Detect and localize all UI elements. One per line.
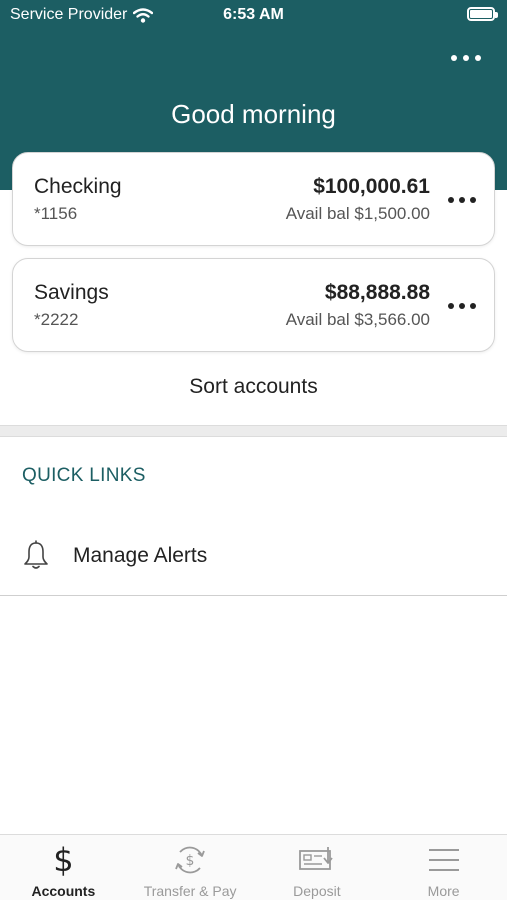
svg-text:$: $ xyxy=(186,853,195,869)
ellipsis-icon xyxy=(448,197,454,203)
bell-icon xyxy=(24,540,48,569)
account-name: Savings xyxy=(34,281,109,304)
account-balance: $88,888.88 xyxy=(324,281,430,304)
tab-deposit[interactable]: Deposit xyxy=(254,835,381,900)
sort-accounts-button[interactable]: Sort accounts xyxy=(0,375,507,399)
account-number: *1156 xyxy=(34,204,78,223)
tab-transfer-pay[interactable]: $ Transfer & Pay xyxy=(127,835,254,900)
menu-icon xyxy=(428,849,459,871)
account-available-balance: Avail bal $1,500.00 xyxy=(285,204,430,223)
tab-label: Accounts xyxy=(31,883,96,899)
account-card-savings[interactable]: Savings *2222 $88,888.88 Avail bal $3,56… xyxy=(12,258,495,352)
check-deposit-icon xyxy=(298,847,333,870)
tab-bar: $ Accounts $ Transfer & Pay Deposit More xyxy=(0,834,507,900)
status-time: 6:53 AM xyxy=(223,6,284,23)
account-number: *2222 xyxy=(34,310,79,329)
tab-label: Deposit xyxy=(293,883,341,899)
greeting: Good morning xyxy=(171,99,336,129)
account-name: Checking xyxy=(34,175,122,198)
manage-alerts-label: Manage Alerts xyxy=(73,544,208,567)
section-divider xyxy=(0,425,507,437)
tab-accounts[interactable]: $ Accounts xyxy=(0,835,127,900)
status-bar: Service Provider 6:53 AM xyxy=(0,0,507,30)
tab-label: More xyxy=(427,883,460,899)
manage-alerts-link[interactable]: Manage Alerts xyxy=(0,518,507,596)
header-more-button[interactable] xyxy=(451,48,481,68)
ellipsis-icon xyxy=(451,55,457,61)
account-card-checking[interactable]: Checking *1156 $100,000.61 Avail bal $1,… xyxy=(12,152,495,246)
tab-label: Transfer & Pay xyxy=(143,883,237,899)
transfer-icon: $ xyxy=(175,846,205,874)
battery-icon xyxy=(467,7,498,21)
ellipsis-icon xyxy=(448,303,454,309)
account-balance: $100,000.61 xyxy=(313,175,430,198)
tab-more[interactable]: More xyxy=(380,835,507,900)
quick-links-title: QUICK LINKS xyxy=(22,465,146,486)
account-more-button[interactable] xyxy=(448,190,476,210)
dollar-icon: $ xyxy=(53,841,74,879)
account-available-balance: Avail bal $3,566.00 xyxy=(285,310,430,329)
account-more-button[interactable] xyxy=(448,296,476,316)
